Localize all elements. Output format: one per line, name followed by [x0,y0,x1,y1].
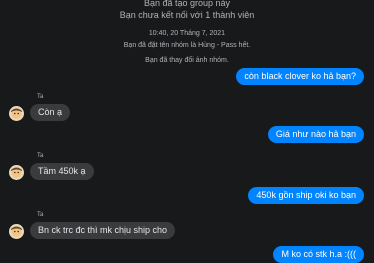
sender-avatar[interactable] [9,224,24,239]
sender-avatar[interactable] [9,106,24,121]
system-created-group: Bạn đã tạo group này [143,0,231,8]
sender-name: Ta [37,94,44,100]
sender-avatar[interactable] [9,165,24,180]
message-bubble-outgoing[interactable]: M ko có stk h.a :((( [273,246,364,263]
message-bubble-incoming[interactable]: Tầm 450k ạ [30,163,94,180]
system-group-named: Bạn đã đặt tên nhóm là Hùng - Pass hết. [123,42,251,49]
message-bubble-outgoing[interactable]: 450k gồn ship oki ko bạn [248,187,364,204]
message-bubble-incoming[interactable]: Bn ck trc đc thì mk chịu ship cho [30,222,176,239]
sender-name: Ta [37,212,44,218]
message-bubble-outgoing[interactable]: còn black clover ko hả bạn? [236,68,364,85]
sender-name: Ta [37,153,44,159]
message-bubble-incoming[interactable]: Còn ạ [30,104,71,121]
system-changed-photo: Bạn đã thay đổi ảnh nhóm. [145,57,229,64]
message-bubble-outgoing[interactable]: Giá như nào hả bạn [267,126,364,143]
system-timestamp: 10:40, 20 Tháng 7, 2021 [148,30,226,37]
system-not-connected: Bạn chưa kết nối với 1 thành viên [119,10,255,20]
